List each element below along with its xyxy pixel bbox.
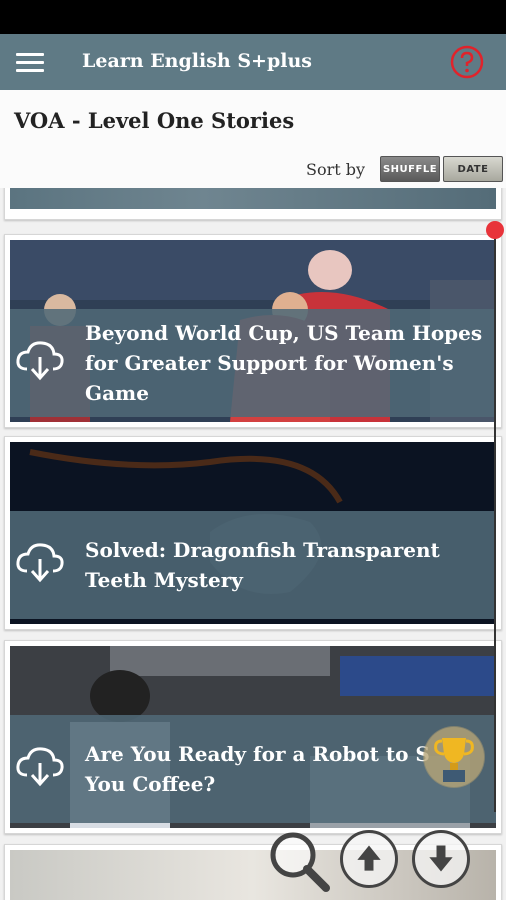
menu-icon[interactable] (16, 53, 44, 73)
story-card-partial[interactable] (4, 188, 502, 220)
story-title[interactable]: Are You Ready for a Robot to S You Coffe… (85, 739, 430, 799)
story-card[interactable]: Are You Ready for a Robot to S You Coffe… (4, 640, 502, 834)
story-title[interactable]: Beyond World Cup, US Team Hopes for Grea… (85, 318, 482, 408)
story-title[interactable]: Solved: Dragonfish Transparent Teeth Mys… (85, 535, 440, 595)
app-title: Learn English S+plus (82, 50, 312, 72)
sort-date-button[interactable]: DATE (443, 156, 503, 182)
status-bar (0, 0, 506, 34)
app-bar: Learn English S+plus (0, 34, 506, 90)
story-image (10, 188, 496, 209)
story-card[interactable]: Beyond World Cup, US Team Hopes for Grea… (4, 234, 502, 428)
sort-label: Sort by (306, 160, 366, 179)
story-list[interactable]: Beyond World Cup, US Team Hopes for Grea… (0, 188, 506, 900)
scrollbar-track[interactable] (494, 232, 496, 812)
story-card[interactable]: Solved: Dragonfish Transparent Teeth Mys… (4, 436, 502, 630)
trophy-icon[interactable] (423, 726, 485, 788)
scrollbar-thumb[interactable] (486, 221, 504, 239)
cloud-download-icon[interactable] (15, 339, 65, 381)
arrow-down-icon[interactable] (412, 830, 470, 888)
cloud-download-icon[interactable] (15, 541, 65, 583)
help-icon[interactable] (450, 45, 484, 79)
sort-shuffle-button[interactable]: SHUFFLE (380, 156, 440, 182)
page-title: VOA - Level One Stories (14, 108, 295, 133)
list-header: VOA - Level One Stories Sort by SHUFFLE … (0, 90, 506, 188)
search-icon[interactable] (266, 828, 332, 894)
arrow-up-icon[interactable] (340, 830, 398, 888)
cloud-download-icon[interactable] (15, 745, 65, 787)
